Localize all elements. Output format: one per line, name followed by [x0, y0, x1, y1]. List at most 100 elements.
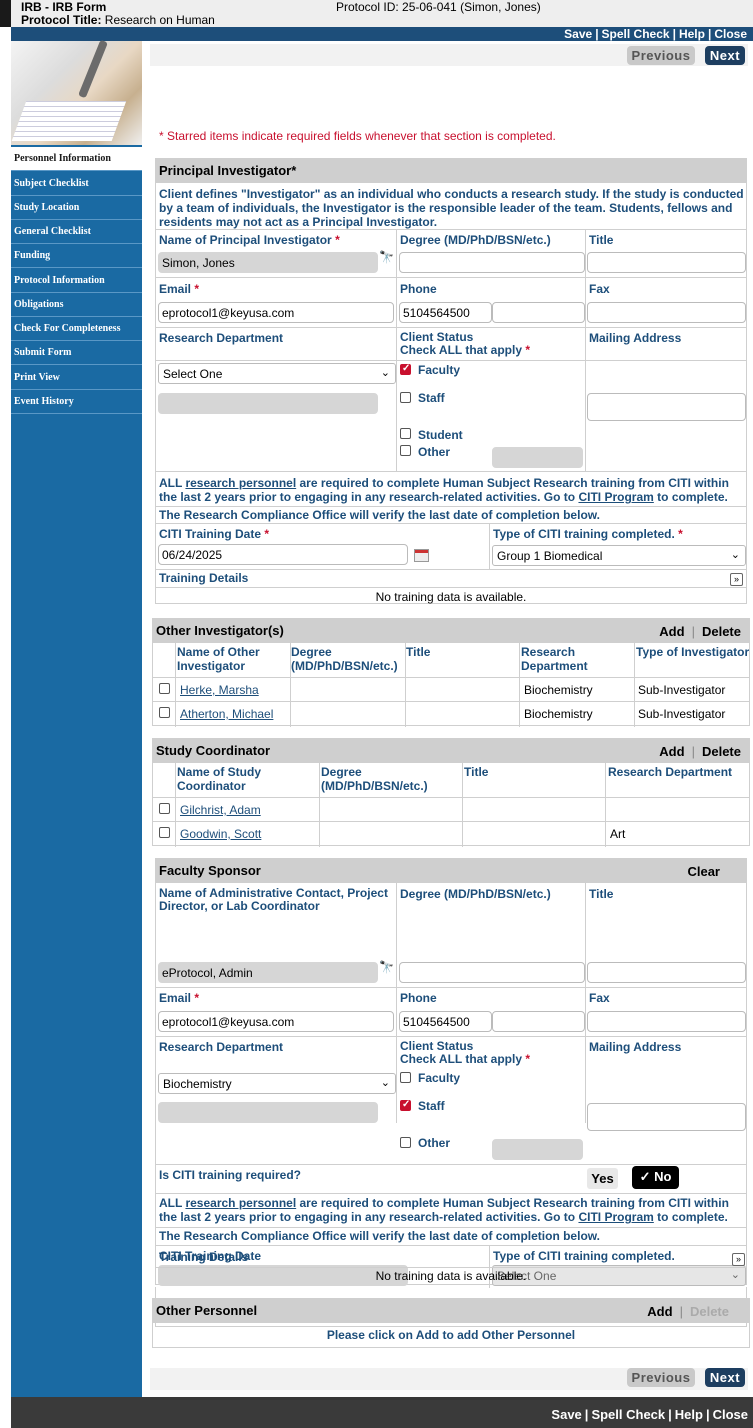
- save-link[interactable]: Save: [564, 27, 592, 41]
- required-note: * Starred items indicate required fields…: [159, 129, 556, 143]
- previous-button-bottom[interactable]: Previous: [627, 1368, 695, 1387]
- sponsor-other-label: Other: [418, 1136, 451, 1150]
- sponsor-degree-label: Degree (MD/PhD/BSN/etc.): [400, 887, 551, 901]
- pi-citi-date-label: CITI Training Date *: [159, 527, 270, 541]
- sponsor-training-label: Training Details: [159, 1250, 249, 1264]
- footer-close-link[interactable]: Close: [713, 1407, 748, 1422]
- pi-faculty-checkbox[interactable]: [400, 363, 411, 375]
- col-title: Title: [406, 645, 431, 659]
- other-personnel-table: Other Personnel Add | Delete Please click …: [152, 1298, 750, 1348]
- footer-help-link[interactable]: Help: [675, 1407, 703, 1422]
- pi-fax-label: Fax: [589, 282, 610, 296]
- chevron-down-icon: ⌄: [380, 367, 390, 379]
- citi-no-button[interactable]: ✓ No: [632, 1166, 679, 1189]
- nav-funding[interactable]: Funding: [11, 244, 142, 268]
- sponsor-phone-input[interactable]: 5104564500: [399, 1011, 492, 1032]
- sponsor-name-label: Name of Administrative Contact, Project …: [159, 886, 388, 913]
- row-checkbox[interactable]: [159, 707, 170, 718]
- citi-program-link[interactable]: CITI Program: [578, 1210, 653, 1224]
- other-personnel-add-button[interactable]: Add: [647, 1304, 672, 1319]
- row-checkbox[interactable]: [159, 803, 170, 814]
- nav-general-checklist[interactable]: General Checklist: [11, 220, 142, 244]
- pi-phone-ext-input[interactable]: [492, 302, 585, 323]
- calendar-icon[interactable]: [414, 549, 429, 562]
- help-link[interactable]: Help: [679, 27, 705, 41]
- protocol-id: Protocol ID: 25-06-041 (Simon, Jones): [336, 0, 541, 14]
- coord-add-button[interactable]: Add: [659, 744, 684, 759]
- row-checkbox[interactable]: [159, 827, 170, 838]
- row-checkbox[interactable]: [159, 683, 170, 694]
- sponsor-other-checkbox[interactable]: [400, 1137, 411, 1148]
- footer-spell-check-link[interactable]: Spell Check: [591, 1407, 665, 1422]
- sponsor-clear-button[interactable]: Clear: [687, 864, 720, 879]
- sponsor-title-input[interactable]: [587, 962, 746, 983]
- sponsor-citi-type-label: Type of CITI training completed.: [493, 1249, 675, 1263]
- nav-print-view[interactable]: Print View: [11, 366, 142, 390]
- pi-fax-input[interactable]: [587, 302, 746, 323]
- next-button-top[interactable]: Next: [705, 46, 745, 65]
- col-degree: Degree (MD/PhD/BSN/etc.): [321, 765, 428, 793]
- nav-submit-form[interactable]: Submit Form: [11, 341, 142, 365]
- lookup-binoculars-icon[interactable]: 🔭: [379, 250, 394, 264]
- pi-degree-label: Degree (MD/PhD/BSN/etc.): [400, 233, 551, 247]
- pi-staff-checkbox[interactable]: [400, 392, 411, 403]
- col-title: Title: [464, 765, 489, 779]
- coord-delete-button[interactable]: Delete: [702, 744, 741, 759]
- pi-citi-type-select[interactable]: Group 1 Biomedical ⌄: [492, 545, 746, 566]
- other-inv-delete-button[interactable]: Delete: [702, 624, 741, 639]
- window-header: IRB - IRB Form Protocol Title: Research …: [0, 0, 753, 27]
- research-personnel-link[interactable]: research personnel: [185, 1196, 296, 1210]
- investigator-link[interactable]: Herke, Marsha: [180, 683, 259, 697]
- pi-mailing-input[interactable]: [587, 393, 746, 421]
- expand-icon[interactable]: »: [730, 573, 743, 586]
- spell-check-link[interactable]: Spell Check: [602, 27, 670, 41]
- pi-title-input[interactable]: [587, 252, 746, 273]
- pi-student-checkbox[interactable]: [400, 428, 411, 439]
- sponsor-dept-select[interactable]: Biochemistry ⌄: [158, 1073, 396, 1094]
- sponsor-faculty-checkbox[interactable]: [400, 1072, 411, 1083]
- citi-yes-button[interactable]: Yes: [587, 1168, 618, 1189]
- lookup-binoculars-icon[interactable]: 🔭: [379, 960, 394, 974]
- pi-dept-select[interactable]: Select One ⌄: [158, 363, 396, 384]
- pi-email-input[interactable]: eprotocol1@keyusa.com: [158, 302, 394, 323]
- sponsor-fax-input[interactable]: [587, 1011, 746, 1032]
- nav-check-completeness[interactable]: Check For Completeness: [11, 317, 142, 341]
- sponsor-degree-input[interactable]: [399, 962, 585, 983]
- citi-program-link[interactable]: CITI Program: [578, 490, 653, 504]
- previous-button-top[interactable]: Previous: [627, 46, 695, 65]
- footer-toolbar: Save | Spell Check | Help | Close: [11, 1397, 753, 1428]
- pi-citi-date-input[interactable]: 06/24/2025: [158, 544, 408, 565]
- nav-protocol-information[interactable]: Protocol Information: [11, 269, 142, 293]
- pi-dept-label: Research Department: [159, 331, 284, 345]
- coordinator-link[interactable]: Goodwin, Scott: [180, 827, 261, 841]
- nav-obligations[interactable]: Obligations: [11, 293, 142, 317]
- coordinator-link[interactable]: Gilchrist, Adam: [180, 803, 261, 817]
- expand-icon[interactable]: »: [732, 1253, 745, 1266]
- close-link[interactable]: Close: [714, 27, 747, 41]
- pi-mailing-label: Mailing Address: [589, 331, 682, 345]
- sponsor-phone-ext-input[interactable]: [492, 1011, 585, 1032]
- pi-verify-note: The Research Compliance Office will veri…: [159, 508, 600, 522]
- footer-save-link[interactable]: Save: [551, 1407, 581, 1422]
- study-coordinator-heading: Study Coordinator: [156, 743, 271, 758]
- col-name: Name of Study Coordinator: [177, 765, 262, 793]
- sponsor-phone-label: Phone: [400, 991, 437, 1005]
- sponsor-staff-checkbox[interactable]: [400, 1099, 411, 1111]
- sponsor-email-input[interactable]: eprotocol1@keyusa.com: [158, 1011, 394, 1032]
- nav-personnel-information[interactable]: Personnel Information: [11, 147, 142, 171]
- check-icon: ✓: [639, 1169, 651, 1184]
- pi-phone-input[interactable]: 5104564500: [399, 302, 492, 323]
- research-personnel-link[interactable]: research personnel: [185, 476, 296, 490]
- sponsor-mailing-input[interactable]: [587, 1103, 746, 1131]
- sponsor-title-label: Title: [589, 887, 614, 901]
- next-button-bottom[interactable]: Next: [705, 1368, 745, 1387]
- investigator-link[interactable]: Atherton, Michael: [180, 707, 273, 721]
- pi-other-checkbox[interactable]: [400, 445, 411, 456]
- nav-subject-checklist[interactable]: Subject Checklist: [11, 172, 142, 196]
- other-inv-add-button[interactable]: Add: [659, 624, 684, 639]
- pi-degree-input[interactable]: [399, 252, 585, 273]
- nav-event-history[interactable]: Event History: [11, 390, 142, 414]
- pi-description: Client defines "Investigator" as an indi…: [159, 187, 744, 229]
- header-photo: [11, 39, 142, 145]
- nav-study-location[interactable]: Study Location: [11, 196, 142, 220]
